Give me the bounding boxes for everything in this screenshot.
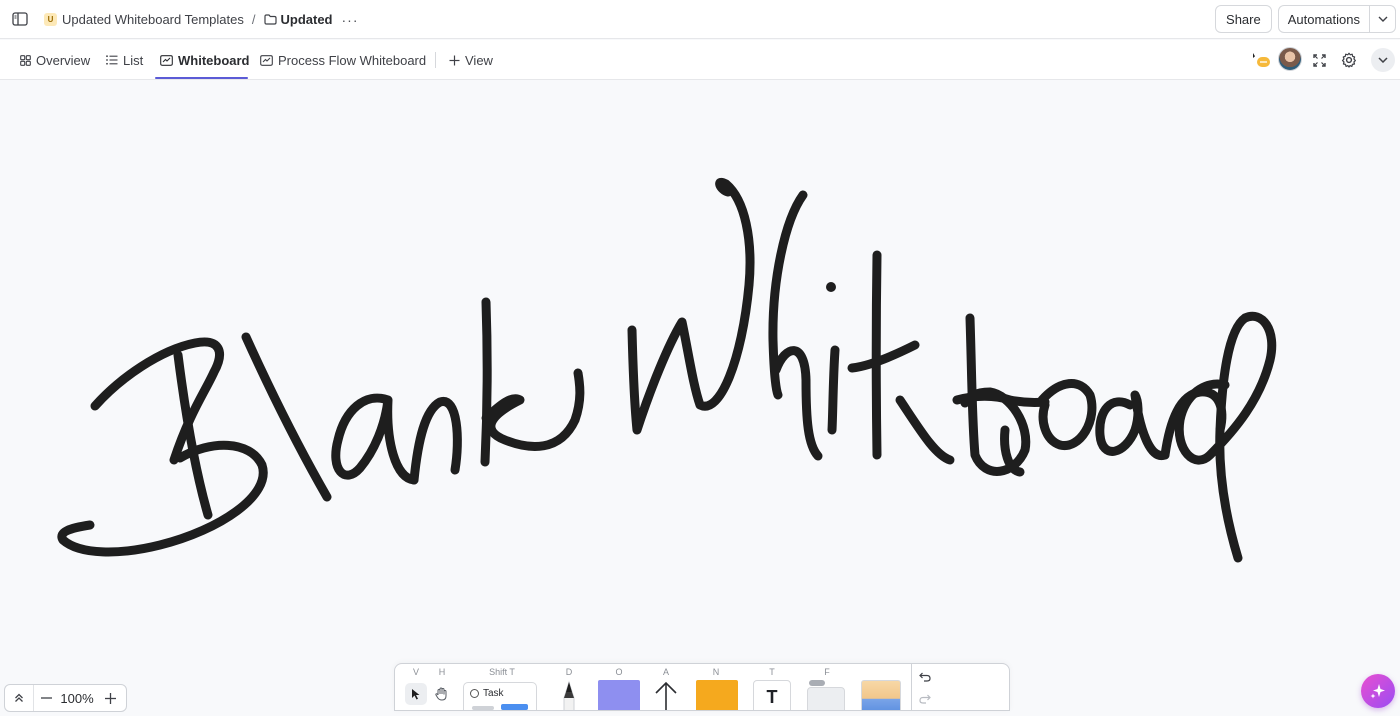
shortcut-key: F [824, 667, 830, 677]
text-icon: T [753, 680, 791, 710]
arrow-tool[interactable]: A [652, 664, 680, 710]
collapse-toggle-button[interactable] [1371, 48, 1395, 72]
text-tool[interactable]: T T [753, 664, 791, 710]
more-options-icon[interactable]: ··· [342, 12, 359, 28]
chevron-down-icon[interactable] [1370, 6, 1395, 32]
whiteboard-canvas[interactable] [0, 81, 1400, 716]
undo-icon[interactable] [915, 668, 935, 686]
sticky-note-icon [696, 680, 738, 710]
tab-whiteboard[interactable]: Whiteboard [160, 40, 250, 80]
share-button[interactable]: Share [1215, 5, 1272, 33]
frame-tool[interactable]: F [807, 664, 847, 710]
active-tab-indicator [155, 77, 248, 79]
fullscreen-icon[interactable] [1307, 48, 1331, 72]
toolbar-divider [911, 664, 912, 710]
shortcut-key: N [712, 667, 720, 677]
avatar[interactable] [1278, 47, 1302, 71]
task-placeholder-bar [472, 706, 494, 710]
cursor-icon [405, 683, 427, 705]
space-avatar: U [44, 13, 57, 26]
hand-tool[interactable]: H [431, 664, 453, 710]
minus-icon [40, 697, 52, 699]
collaborator-cursor-icon[interactable] [1250, 48, 1274, 72]
breadcrumb-folder[interactable]: Updated [281, 12, 333, 27]
ai-assistant-button[interactable] [1361, 674, 1395, 708]
tab-label: Overview [36, 52, 91, 68]
shortcut-key: D [565, 667, 573, 677]
view-bar: Overview List Whiteboard Process Flow Wh… [0, 40, 1400, 80]
tab-list[interactable]: List [106, 40, 143, 80]
i-dot [826, 282, 836, 292]
plus-icon [449, 55, 460, 65]
shortcut-key: O [615, 667, 623, 677]
folder-icon [263, 14, 277, 25]
overview-icon [20, 54, 31, 66]
breadcrumb-separator: / [251, 12, 256, 27]
shortcut-key: A [662, 667, 669, 677]
zoom-level: 100% [60, 690, 94, 706]
hand-icon [431, 683, 453, 705]
add-view-label: View [465, 52, 493, 68]
top-bar: U Updated Whiteboard Templates / Updated… [0, 0, 1400, 39]
task-card-preview: Task [463, 682, 537, 710]
plus-icon [104, 692, 116, 704]
image-icon [861, 680, 901, 710]
pen-tool[interactable]: D [557, 664, 581, 710]
tab-divider [435, 52, 436, 68]
add-view-button[interactable]: View [449, 40, 493, 80]
zoom-out-button[interactable] [34, 685, 58, 711]
breadcrumb-space[interactable]: Updated Whiteboard Templates [62, 12, 244, 27]
select-tool[interactable]: V [405, 664, 427, 710]
frame-tab [809, 680, 825, 686]
shortcut-key: V [412, 667, 419, 677]
tab-label: Process Flow Whiteboard [278, 52, 427, 68]
redo-icon[interactable] [915, 690, 935, 708]
tab-process-flow-whiteboard[interactable]: Process Flow Whiteboard [260, 40, 426, 80]
whiteboard-toolbar: V H Shift T Task D O A N T T F [394, 663, 1010, 711]
image-tool[interactable] [861, 664, 901, 710]
gear-icon[interactable] [1337, 48, 1361, 72]
shortcut-key: H [438, 667, 446, 677]
sidebar-toggle-icon[interactable] [11, 10, 29, 28]
chevron-down-icon [1378, 57, 1388, 63]
square-shape-icon [598, 680, 640, 710]
sticky-note-tool[interactable]: N [693, 664, 739, 710]
zoom-control: 100% [4, 684, 127, 712]
whiteboard-icon [260, 54, 273, 66]
pen-icon [563, 680, 575, 710]
shape-tool[interactable]: O [598, 664, 640, 710]
breadcrumb: U Updated Whiteboard Templates / Updated… [44, 0, 359, 39]
tab-label: List [123, 52, 144, 68]
handwritten-drawing[interactable] [0, 81, 1400, 716]
task-label: Task [483, 688, 504, 699]
shortcut-key: Shift T [489, 667, 515, 677]
task-tool[interactable]: Shift T Task [463, 664, 541, 710]
task-status-bar [501, 704, 528, 710]
arrow-up-icon [655, 681, 677, 710]
sparkle-icon [1370, 684, 1385, 699]
zoom-in-button[interactable] [96, 685, 124, 711]
list-icon [106, 55, 118, 65]
shortcut-key: T [769, 667, 775, 677]
automations-button[interactable]: Automations [1277, 5, 1396, 33]
check-circle-icon [470, 689, 479, 698]
automations-label[interactable]: Automations [1279, 6, 1370, 32]
whiteboard-icon [160, 54, 173, 66]
tab-overview[interactable]: Overview [20, 40, 90, 80]
frame-icon [807, 687, 845, 710]
collapse-up-icon[interactable] [5, 685, 33, 711]
tab-label: Whiteboard [178, 52, 250, 68]
